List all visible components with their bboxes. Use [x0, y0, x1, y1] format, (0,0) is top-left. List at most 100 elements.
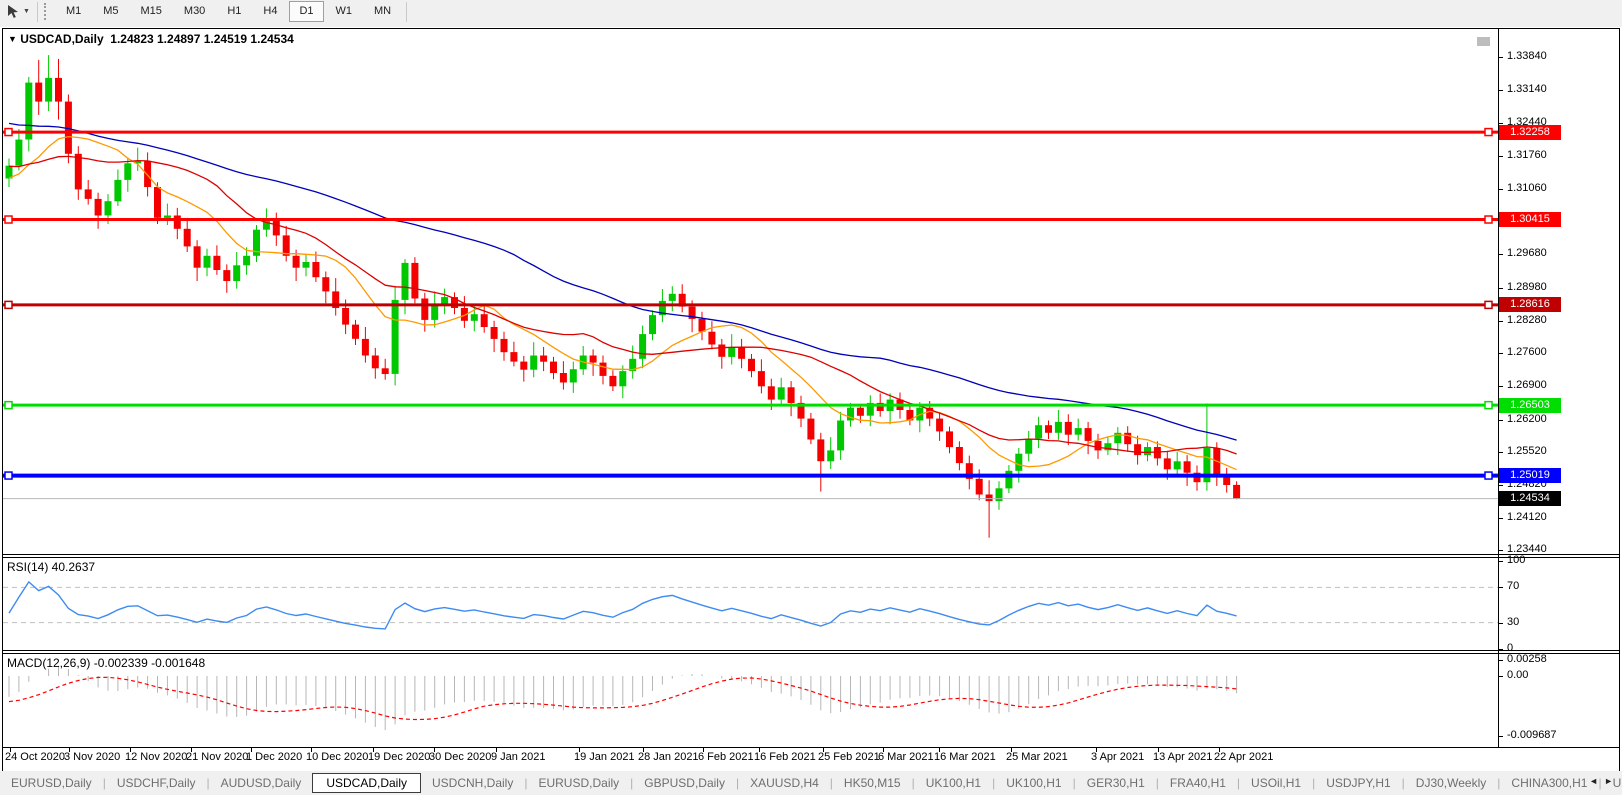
- chart-tab-usdchf-daily[interactable]: USDCHF,Daily: [106, 774, 207, 792]
- macd-axis-label: 0.00: [1507, 669, 1528, 681]
- timeframe-button-m5[interactable]: M5: [93, 1, 128, 22]
- toolbar-separator: [406, 2, 407, 22]
- date-label: 3 Nov 2020: [64, 751, 120, 763]
- macd-axis-label: 0.00258: [1507, 653, 1547, 665]
- tab-scroll-arrows: ◄►: [1589, 776, 1619, 786]
- chart-tab-uk100-h1[interactable]: UK100,H1: [915, 774, 992, 792]
- chart-tab-usoil-h1[interactable]: USOil,H1: [1240, 774, 1312, 792]
- rsi-axis-tick: [1498, 561, 1503, 562]
- price-line-badge: 1.28616: [1499, 297, 1561, 312]
- price-axis-tick: [1498, 123, 1503, 124]
- price-axis-tick: [1498, 57, 1503, 58]
- date-label: 1 Dec 2020: [246, 751, 302, 763]
- macd-axis-tick: [1498, 660, 1503, 661]
- chart-tab-gbpusd-daily[interactable]: GBPUSD,Daily: [633, 774, 736, 792]
- price-axis-label: 1.28280: [1507, 314, 1547, 326]
- chart-tab-uk100-h1[interactable]: UK100,H1: [995, 774, 1072, 792]
- chart-tab-xauusd-h4[interactable]: XAUUSD,H4: [739, 774, 830, 792]
- date-label: 22 Apr 2021: [1214, 751, 1273, 763]
- price-axis-label: 1.28980: [1507, 281, 1547, 293]
- chart-tab-usdcnh-daily[interactable]: USDCNH,Daily: [421, 774, 524, 792]
- chart-tab-china300-h1[interactable]: CHINA300,H1: [1500, 774, 1598, 792]
- rsi-axis-tick: [1498, 623, 1503, 624]
- price-axis-tick: [1498, 189, 1503, 190]
- date-label: 28 Jan 2021: [638, 751, 699, 763]
- price-line-badge: 1.24534: [1499, 491, 1561, 506]
- date-label: 6 Mar 2021: [878, 751, 934, 763]
- date-label: 25 Mar 2021: [1006, 751, 1068, 763]
- rsi-axis-tick: [1498, 649, 1503, 650]
- date-label: 10 Dec 2020: [306, 751, 368, 763]
- price-axis-tick: [1498, 321, 1503, 322]
- toolbar-separator: [37, 2, 38, 22]
- macd-axis-label: -0.009687: [1507, 729, 1557, 741]
- price-axis-label: 1.33840: [1507, 50, 1547, 62]
- tab-scroll-left-icon[interactable]: ◄: [1589, 776, 1604, 786]
- date-label: 16 Feb 2021: [754, 751, 816, 763]
- timeframe-button-m15[interactable]: M15: [131, 1, 172, 22]
- chart-tab-eurusd-daily[interactable]: EURUSD,Daily: [527, 774, 630, 792]
- rsi-axis-label: 100: [1507, 554, 1525, 566]
- price-axis-tick: [1498, 353, 1503, 354]
- timeframe-button-h1[interactable]: H1: [217, 1, 251, 22]
- time-axis-line: [3, 747, 1619, 748]
- rsi-axis-label: 30: [1507, 616, 1519, 628]
- price-axis-label: 1.26900: [1507, 379, 1547, 391]
- price-axis-tick: [1498, 550, 1503, 551]
- chart-tab-eurusd-daily[interactable]: EURUSD,Daily: [0, 774, 103, 792]
- chart-tab-usdjpy-h1[interactable]: USDJPY,H1: [1315, 774, 1401, 792]
- price-axis-label: 1.25520: [1507, 445, 1547, 457]
- macd-axis-tick: [1498, 736, 1503, 737]
- price-pane[interactable]: [3, 29, 1498, 554]
- chart-tab-fra40-h1[interactable]: FRA40,H1: [1159, 774, 1237, 792]
- macd-axis-tick: [1498, 676, 1503, 677]
- date-label: 13 Apr 2021: [1153, 751, 1212, 763]
- timeframe-button-m1[interactable]: M1: [56, 1, 91, 22]
- timeframe-button-h4[interactable]: H4: [253, 1, 287, 22]
- price-line-badge: 1.30415: [1499, 212, 1561, 227]
- chart-tab-ger30-h1[interactable]: GER30,H1: [1076, 774, 1156, 792]
- macd-label: MACD(12,26,9) -0.002339 -0.001648: [7, 656, 205, 670]
- cursor-tool-dropdown-icon[interactable]: ▼: [23, 8, 30, 15]
- rsi-axis-label: 70: [1507, 580, 1519, 592]
- date-label: 21 Nov 2020: [186, 751, 248, 763]
- chart-tab-audusd-daily[interactable]: AUDUSD,Daily: [210, 774, 313, 792]
- macd-pane[interactable]: [3, 654, 1498, 747]
- timeframe-button-m30[interactable]: M30: [174, 1, 215, 22]
- price-axis-tick: [1498, 518, 1503, 519]
- date-label: 19 Jan 2021: [574, 751, 635, 763]
- date-label: 30 Dec 2020: [429, 751, 491, 763]
- price-axis-tick: [1498, 254, 1503, 255]
- price-axis-tick: [1498, 288, 1503, 289]
- price-axis-tick: [1498, 156, 1503, 157]
- mt4-terminal: { "toolbar": { "timeframes": ["M1","M5",…: [0, 0, 1622, 795]
- timeframe-button-mn[interactable]: MN: [364, 1, 401, 22]
- price-axis-label: 1.24120: [1507, 511, 1547, 523]
- top-toolbar: ▼ M1M5M15M30H1H4D1W1MN: [0, 0, 1622, 27]
- toolbar-grip[interactable]: [44, 3, 49, 20]
- price-line-badge: 1.32258: [1499, 125, 1561, 140]
- date-label: 16 Mar 2021: [934, 751, 996, 763]
- price-axis-label: 1.29680: [1507, 247, 1547, 259]
- timeframe-button-d1[interactable]: D1: [289, 1, 323, 22]
- chart-tab-usdcad-daily[interactable]: USDCAD,Daily: [312, 773, 421, 793]
- date-label: 6 Feb 2021: [698, 751, 754, 763]
- rsi-pane[interactable]: [3, 558, 1498, 650]
- chart-tab-dj30-weekly[interactable]: DJ30,Weekly: [1405, 774, 1497, 792]
- price-axis-label: 1.26200: [1507, 413, 1547, 425]
- chart-tab-hk50-m15[interactable]: HK50,M15: [833, 774, 912, 792]
- rsi-label: RSI(14) 40.2637: [7, 560, 95, 574]
- timeframe-button-w1[interactable]: W1: [326, 1, 363, 22]
- price-axis-tick: [1498, 452, 1503, 453]
- price-axis-label: 1.31060: [1507, 182, 1547, 194]
- tab-scroll-right-icon[interactable]: ►: [1604, 776, 1619, 786]
- price-line-badge: 1.26503: [1499, 398, 1561, 413]
- date-label: 25 Feb 2021: [818, 751, 880, 763]
- date-label: 3 Apr 2021: [1091, 751, 1144, 763]
- price-line-badge: 1.25019: [1499, 468, 1561, 483]
- cursor-tool-icon[interactable]: [5, 4, 21, 20]
- date-label: 12 Nov 2020: [125, 751, 187, 763]
- date-label: 24 Oct 2020: [5, 751, 65, 763]
- chart-tab-bar: EURUSD,Daily|USDCHF,Daily|AUDUSD,DailyUS…: [0, 771, 1622, 795]
- price-axis-label: 1.27600: [1507, 346, 1547, 358]
